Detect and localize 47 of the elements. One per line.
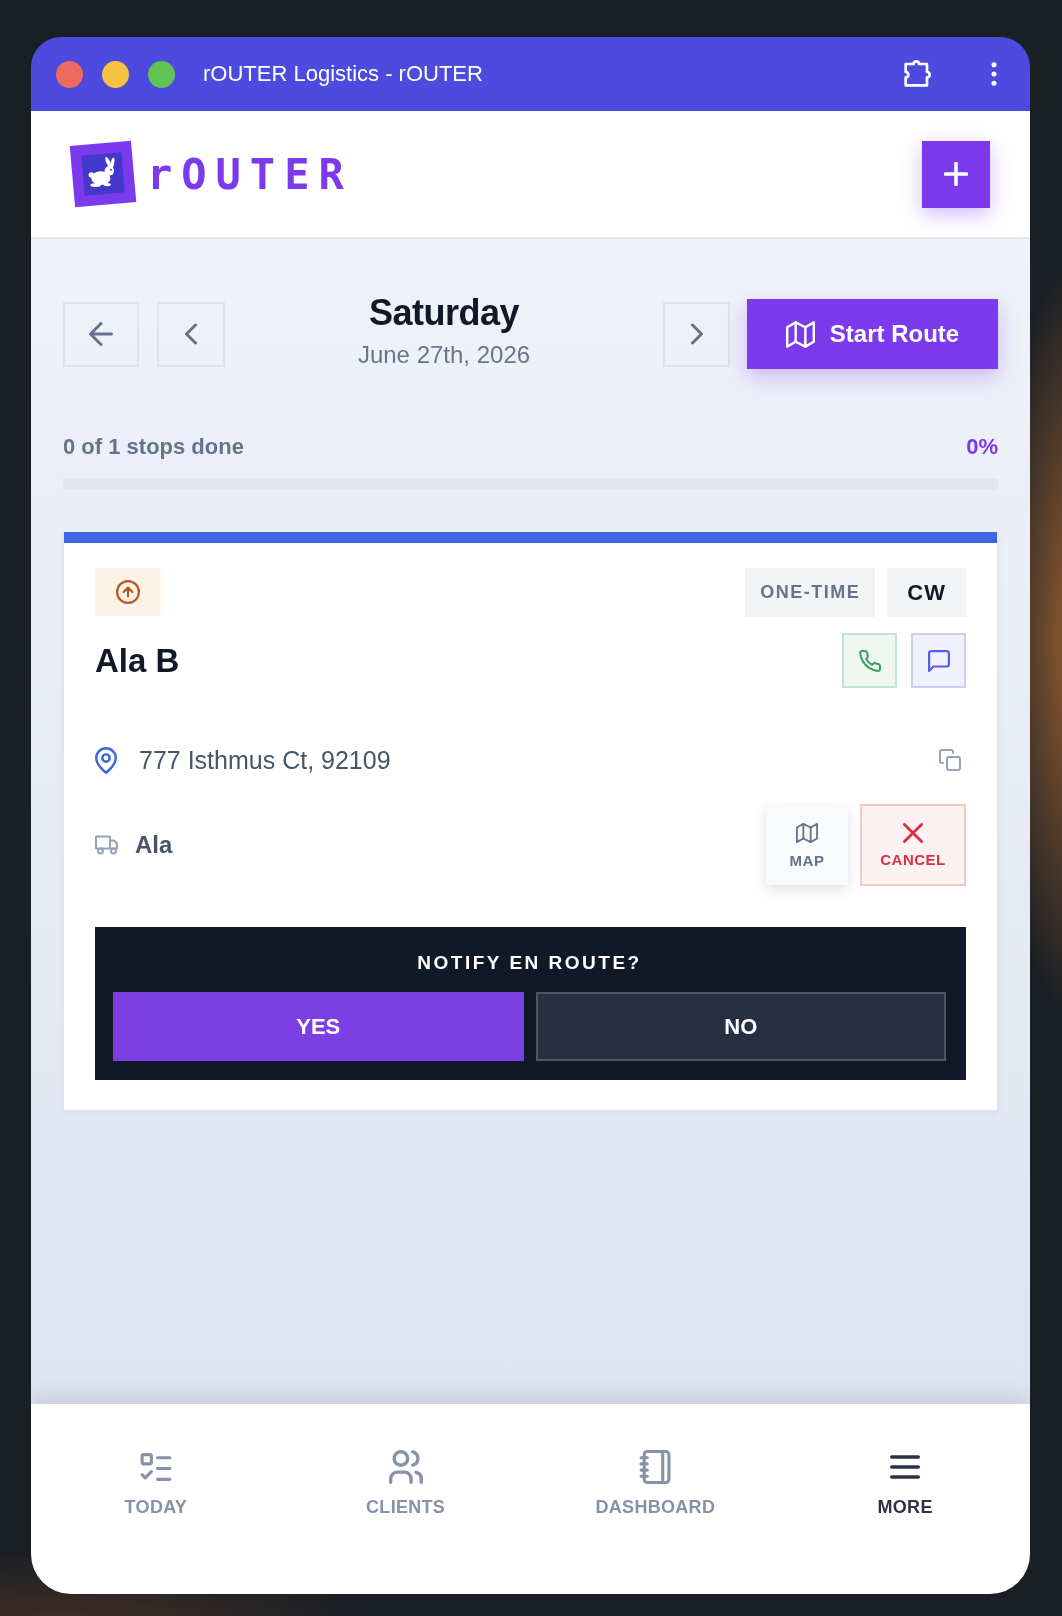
client-name: Ala B xyxy=(95,641,180,680)
window-title: rOUTER Logistics - rOUTER xyxy=(203,61,484,87)
start-route-button[interactable]: Start Route xyxy=(747,299,998,369)
close-window-button[interactable] xyxy=(56,60,83,88)
address-text: 777 Isthmus Ct, 92109 xyxy=(139,745,392,775)
checklist-icon xyxy=(138,1450,173,1484)
map-icon xyxy=(796,821,818,844)
schedule-tag: ONE-TIME xyxy=(745,568,876,617)
no-button[interactable]: NO xyxy=(535,992,946,1061)
nav-tab[interactable]: DASHBOARD xyxy=(595,1450,716,1518)
progress-percent: 0% xyxy=(966,434,998,460)
driver-name: Ala xyxy=(135,831,174,859)
message-button[interactable] xyxy=(911,633,966,688)
back-button[interactable] xyxy=(63,301,139,367)
add-button[interactable] xyxy=(922,140,990,208)
truck-icon xyxy=(95,835,119,855)
puzzle-piece-icon[interactable] xyxy=(903,60,931,88)
nav-tab[interactable]: MORE xyxy=(877,1450,933,1518)
nav-tab[interactable]: CLIENTS xyxy=(366,1450,446,1518)
menu-icon xyxy=(890,1455,921,1479)
copy-icon[interactable] xyxy=(939,749,961,771)
initials-tag: CW xyxy=(887,568,966,617)
phone-icon xyxy=(858,649,881,672)
cancel-button[interactable]: CANCEL xyxy=(860,804,966,886)
yes-button[interactable]: YES xyxy=(113,992,524,1061)
notebook-icon xyxy=(638,1450,673,1484)
plus-icon xyxy=(944,162,968,186)
map-pin-icon xyxy=(95,746,117,774)
map-icon xyxy=(785,320,815,348)
arrow-left-icon xyxy=(89,322,113,346)
chevron-right-icon xyxy=(690,323,703,345)
notify-question: NOTIFY EN ROUTE? xyxy=(416,952,643,974)
arrow-up-circle-icon xyxy=(116,580,140,604)
vertical-dots-menu-icon[interactable] xyxy=(991,62,997,86)
call-button[interactable] xyxy=(842,633,897,688)
weekday-title: Saturday xyxy=(368,292,520,334)
logo-wordmark: rOUTER xyxy=(147,149,353,199)
progress-label: 0 of 1 stops done xyxy=(63,434,244,460)
minimize-window-button[interactable] xyxy=(102,60,129,88)
chevron-left-icon xyxy=(185,323,197,345)
users-icon xyxy=(388,1450,423,1484)
date-subtitle: June 27th, 2026 xyxy=(357,340,531,370)
map-button[interactable]: MAP xyxy=(766,805,848,885)
x-icon xyxy=(903,822,923,843)
chat-bubble-icon xyxy=(927,649,950,672)
maximize-window-button[interactable] xyxy=(148,60,175,88)
nav-tab[interactable]: TODAY xyxy=(124,1450,188,1518)
